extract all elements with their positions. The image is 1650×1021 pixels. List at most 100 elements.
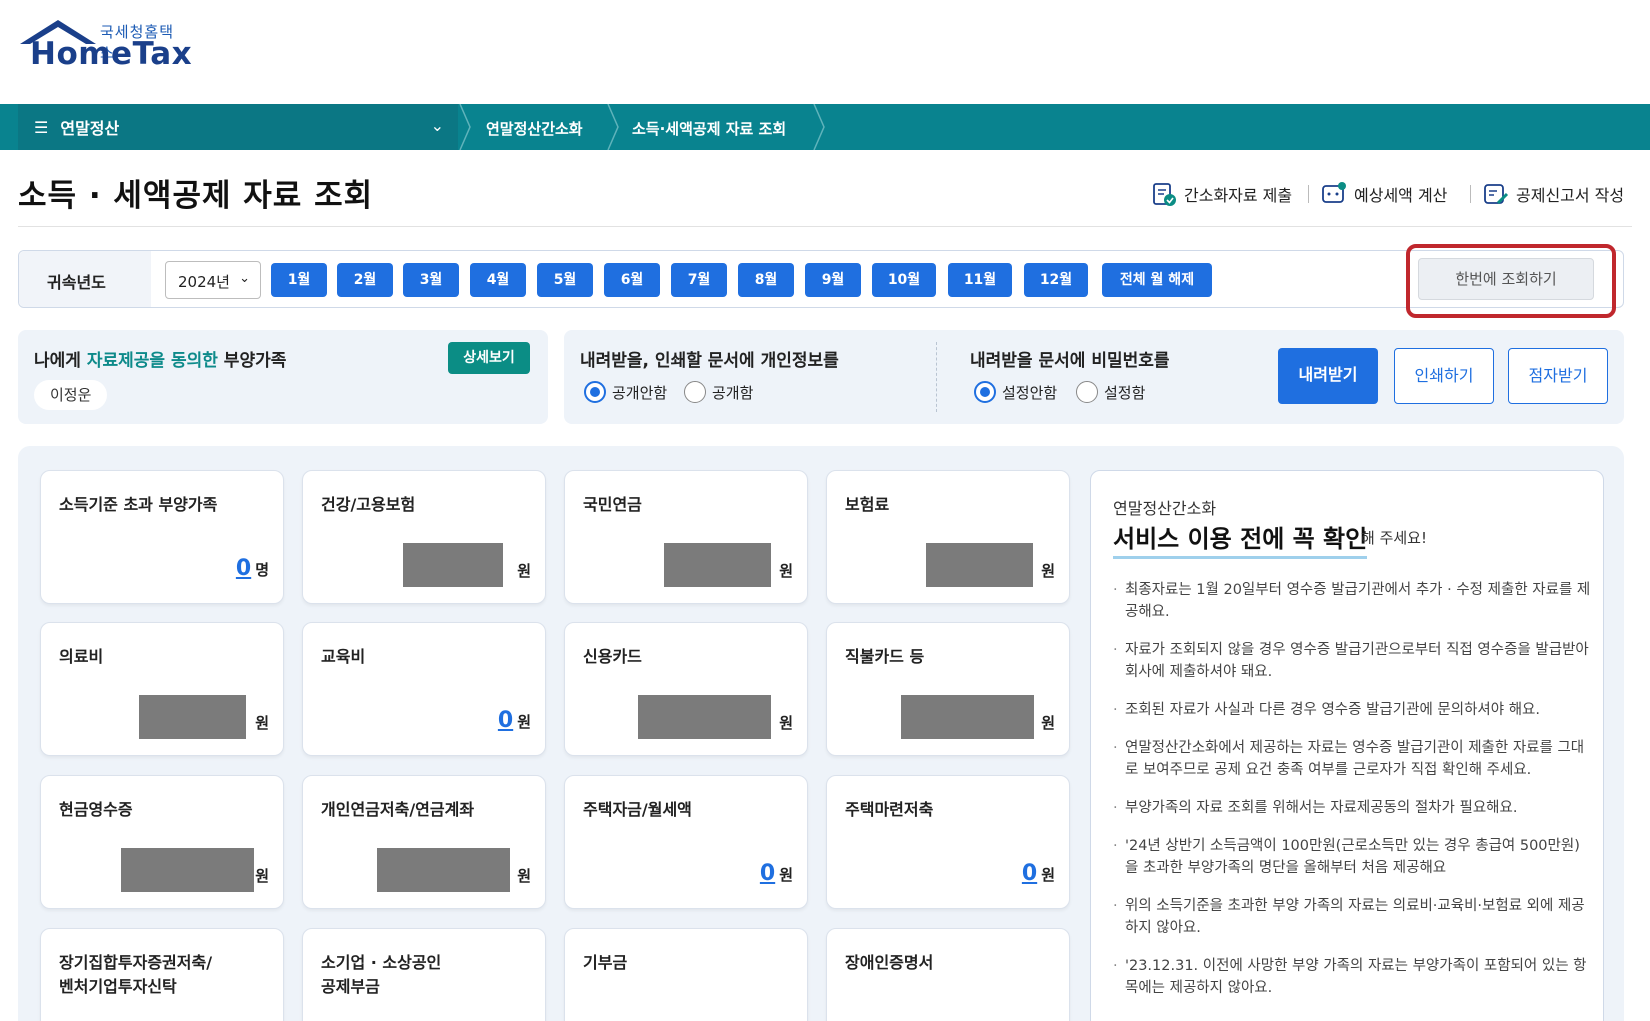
deduction-card-title: 직불카드 등 [845, 647, 925, 666]
deduction-card[interactable]: 소기업 · 소상공인 공제부금 [302, 928, 546, 1021]
chevron-down-icon[interactable]: ⌄ [431, 116, 444, 135]
deduction-card-value: 원 [255, 865, 269, 886]
deduction-card-title: 기부금 [583, 953, 628, 972]
password-radio-set[interactable]: 설정함 [1076, 381, 1145, 403]
notice-item: 부양가족의 자료 조회를 위해서는 자료제공동의 절차가 필요해요. [1113, 797, 1593, 819]
redacted-amount-mask [377, 848, 510, 892]
notice-item: 자료가 조회되지 않을 경우 영수증 발급기관으로부터 직접 영수증을 발급받아… [1113, 639, 1593, 683]
deduction-card-title: 장기집합투자증권저축/ 벤처기업투자신탁 [59, 953, 213, 996]
year-filter-bar: 귀속년도 2024년 ⌄ 1월 2월 3월 4월 5월 6월 7월 8월 9월 … [18, 250, 1624, 308]
clear-all-months-button[interactable]: 전체 월 해제 [1102, 263, 1212, 297]
deduction-form-label: 공제신고서 작성 [1516, 186, 1625, 205]
deduction-card[interactable]: 장기집합투자증권저축/ 벤처기업투자신탁 [40, 928, 284, 1021]
month-button-5[interactable]: 5월 [537, 263, 593, 297]
deduction-card-value: 원 [517, 865, 531, 886]
deduction-card[interactable]: 주택마련저축 0 원 [826, 775, 1070, 909]
month-button-11[interactable]: 11월 [948, 263, 1012, 297]
deduction-card-title: 교육비 [321, 647, 366, 666]
deduction-card-unit: 원 [517, 562, 531, 580]
deduction-form-link[interactable]: 공제신고서 작성 [1482, 180, 1624, 208]
month-button-4[interactable]: 4월 [470, 263, 526, 297]
notice-item: 연말정산간소화에서 제공하는 자료는 영수증 발급기관이 제출한 자료를 그대로… [1113, 737, 1593, 781]
chevron-down-icon: ⌄ [239, 271, 250, 286]
year-select[interactable]: 2024년 ⌄ [165, 261, 261, 299]
privacy-radio-hide[interactable]: 공개안함 [584, 381, 667, 403]
deduction-card[interactable]: 직불카드 등원 [826, 622, 1070, 756]
print-button[interactable]: 인쇄하기 [1394, 348, 1494, 404]
year-select-value: 2024년 [178, 273, 230, 291]
deduction-card-unit: 원 [255, 867, 269, 885]
download-button[interactable]: 내려받기 [1278, 348, 1378, 404]
deduction-card-title: 주택마련저축 [845, 800, 934, 819]
deduction-card-title: 건강/고용보험 [321, 495, 416, 514]
month-button-6[interactable]: 6월 [604, 263, 660, 297]
month-button-7[interactable]: 7월 [671, 263, 727, 297]
redacted-amount-mask [121, 848, 254, 892]
privacy-radio-show[interactable]: 공개함 [684, 381, 753, 403]
deduction-card-value: 0명 [236, 556, 269, 581]
month-button-9[interactable]: 9월 [805, 263, 861, 297]
page-title: 소득 · 세액공제 자료 조회 [18, 178, 374, 214]
deduction-card-value: 원 [255, 712, 269, 733]
deduction-card[interactable]: 국민연금 원 [564, 470, 808, 604]
deduction-card[interactable]: 기부금 [564, 928, 808, 1021]
year-label: 귀속년도 [47, 273, 106, 292]
deduction-card-title: 소기업 · 소상공인 공제부금 [321, 953, 442, 996]
deduction-card[interactable]: 소득기준 초과 부양가족 0 명 [40, 470, 284, 604]
month-button-1[interactable]: 1월 [271, 263, 327, 297]
deduction-card[interactable]: 교육비 0 원 [302, 622, 546, 756]
deduction-card[interactable]: 보험료 원 [826, 470, 1070, 604]
hometax-logo[interactable]: 국세청홈택스 HomeTax [18, 18, 192, 78]
month-button-12[interactable]: 12월 [1024, 263, 1088, 297]
password-radio-none[interactable]: 설정안함 [974, 381, 1057, 403]
highlight-annotation-box [1406, 244, 1616, 318]
submit-simplified-data-label: 간소화자료 제출 [1184, 186, 1293, 205]
month-button-8[interactable]: 8월 [738, 263, 794, 297]
dependent-name-chip: 이정운 [34, 380, 108, 410]
dependents-detail-button[interactable]: 상세보기 [448, 342, 530, 374]
breadcrumb-item-current[interactable]: 소득·세액공제 자료 조회 [632, 118, 786, 139]
deduction-card[interactable]: 현금영수증 원 [40, 775, 284, 909]
deduction-card-title: 신용카드 [583, 647, 642, 666]
redacted-amount-mask [901, 695, 1034, 739]
document-check-icon [1153, 183, 1176, 206]
deduction-card-title: 의료비 [59, 647, 104, 666]
dependents-title-highlight: 자료제공을 동의한 [86, 351, 218, 371]
notice-heading: 서비스 이용 전에 꼭 확인 [1113, 519, 1368, 559]
dependents-panel: 나에게 자료제공을 동의한 부양가족 상세보기 이정운 [18, 330, 548, 424]
deduction-card-value: 원 [1041, 560, 1055, 581]
month-button-2[interactable]: 2월 [337, 263, 393, 297]
dependents-title-suffix: 부양가족 [217, 351, 287, 371]
deduction-card-value: 원 [1041, 712, 1055, 733]
month-button-10[interactable]: 10월 [872, 263, 936, 297]
deduction-card[interactable]: 신용카드 원 [564, 622, 808, 756]
braille-button[interactable]: 점자받기 [1508, 348, 1608, 404]
password-radio-set-label: 설정함 [1104, 383, 1146, 402]
breadcrumb-item-simplified[interactable]: 연말정산간소화 [486, 118, 583, 139]
deduction-card-title: 장애인증명서 [845, 953, 934, 972]
dependents-title-prefix: 나에게 [34, 351, 87, 371]
redacted-amount-mask [638, 695, 771, 739]
month-button-3[interactable]: 3월 [403, 263, 459, 297]
deduction-card[interactable]: 주택자금/월세액 0 원 [564, 775, 808, 909]
deduction-card-unit: 원 [517, 713, 531, 731]
nav-menu-dropdown[interactable]: ☰ 연말정산 ⌄ [18, 104, 458, 150]
document-edit-icon [1484, 184, 1509, 205]
divider [1470, 185, 1471, 203]
options-divider [936, 342, 937, 412]
deduction-card-amount[interactable]: 0 [760, 861, 775, 886]
deduction-card-title: 국민연금 [583, 495, 642, 514]
submit-simplified-data-link[interactable]: 간소화자료 제출 [1150, 180, 1292, 208]
deduction-card-amount[interactable]: 0 [236, 556, 251, 581]
deduction-card[interactable]: 개인연금저축/연금계좌 원 [302, 775, 546, 909]
deduction-card-amount[interactable]: 0 [498, 708, 513, 733]
estimated-tax-link[interactable]: 예상세액 계산 [1320, 180, 1447, 208]
deduction-card[interactable]: 장애인증명서 [826, 928, 1070, 1021]
deduction-card[interactable]: 의료비원 [40, 622, 284, 756]
deduction-card-amount[interactable]: 0 [1022, 861, 1037, 886]
deduction-card[interactable]: 건강/고용보험원 [302, 470, 546, 604]
service-notice-panel: 연말정산간소화 서비스 이용 전에 꼭 확인 해 주세요! 최종자료는 1월 2… [1090, 470, 1604, 1021]
breadcrumb-separator-icon [813, 104, 825, 150]
hamburger-icon[interactable]: ☰ [34, 118, 48, 137]
dependents-title: 나에게 자료제공을 동의한 부양가족 [34, 346, 286, 371]
